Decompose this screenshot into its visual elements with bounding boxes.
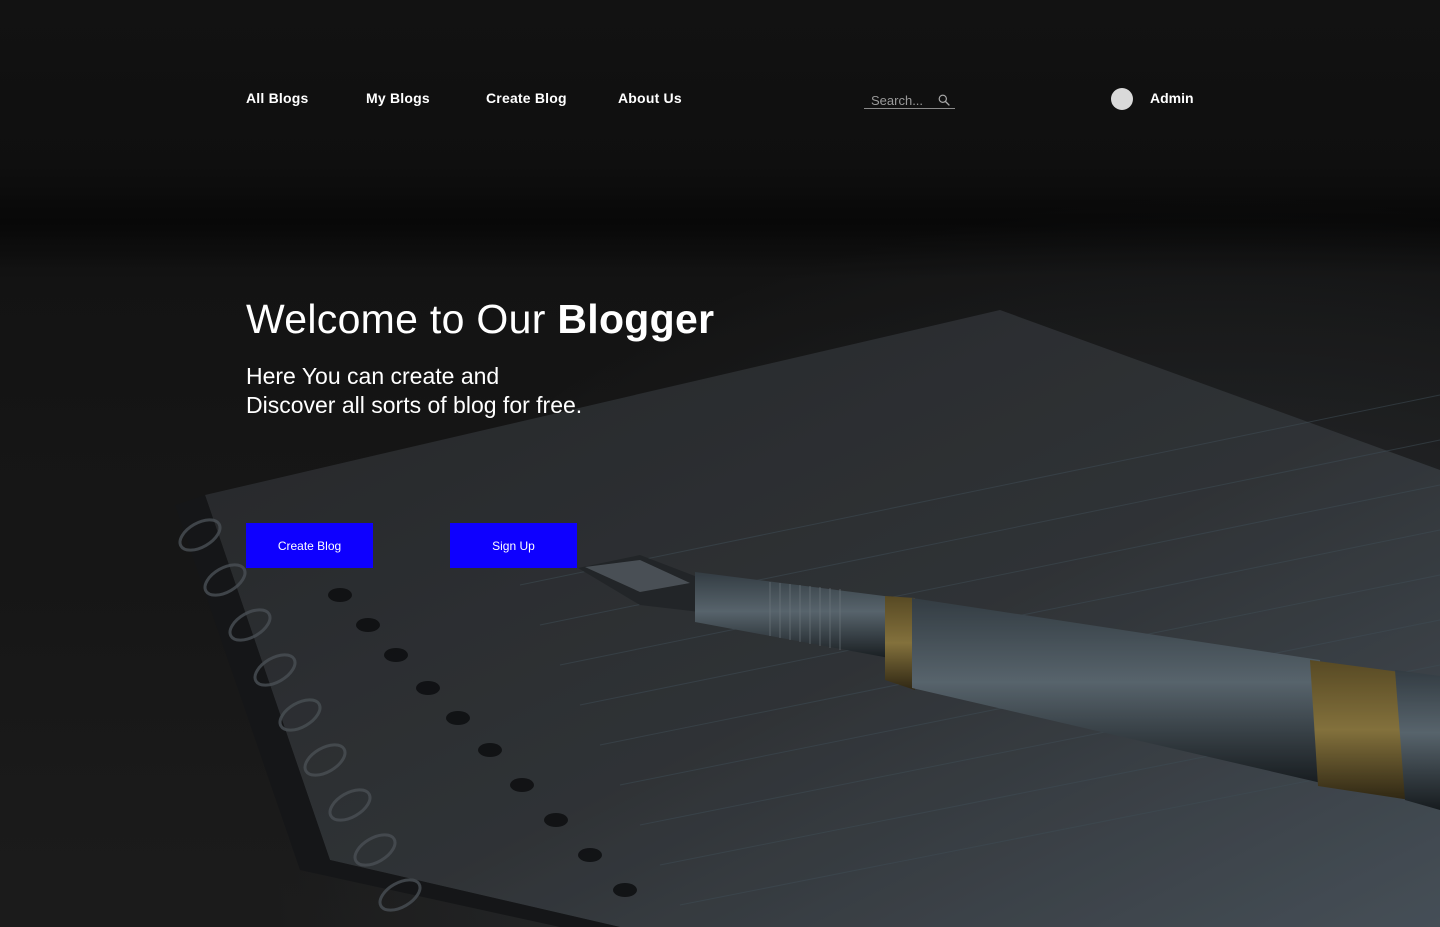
search-input[interactable] bbox=[871, 92, 935, 108]
nav-all-blogs-link[interactable]: All Blogs bbox=[246, 90, 308, 106]
nav-my-blogs-link[interactable]: My Blogs bbox=[366, 90, 430, 106]
sign-up-button[interactable]: Sign Up bbox=[450, 523, 577, 568]
hero-subtitle-line-1: Here You can create and bbox=[246, 363, 500, 389]
hero-subtitle: Here You can create and Discover all sor… bbox=[246, 362, 582, 420]
search-icon[interactable] bbox=[938, 94, 950, 106]
search-box bbox=[864, 90, 955, 109]
user-avatar[interactable] bbox=[1111, 88, 1133, 110]
hero-title: Welcome to Our Blogger bbox=[246, 292, 714, 346]
nav-create-blog-link[interactable]: Create Blog bbox=[486, 90, 567, 106]
hero-title-brand: Blogger bbox=[557, 296, 715, 342]
hero-background-image bbox=[0, 0, 1440, 927]
hero-title-prefix: Welcome to Our bbox=[246, 296, 558, 342]
nav-about-us-link[interactable]: About Us bbox=[618, 90, 682, 106]
hero-subtitle-line-2: Discover all sorts of blog for free. bbox=[246, 392, 583, 418]
create-blog-button[interactable]: Create Blog bbox=[246, 523, 373, 568]
user-name-label[interactable]: Admin bbox=[1150, 90, 1194, 106]
